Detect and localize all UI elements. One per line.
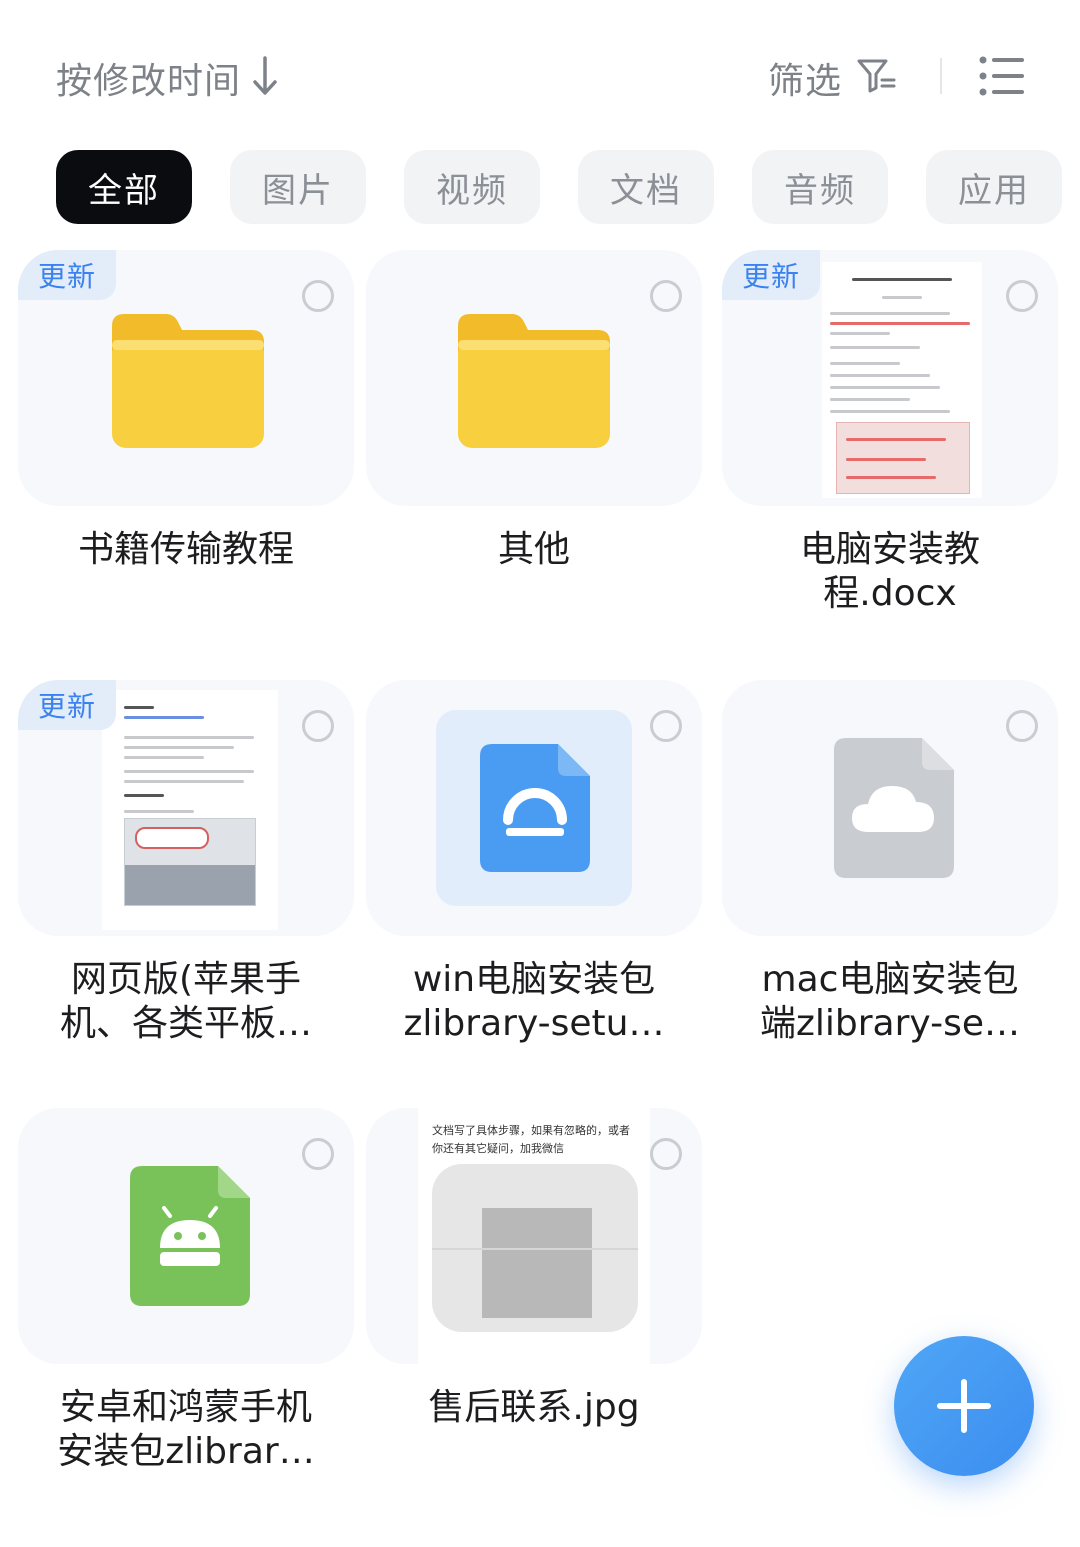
file-thumbnail[interactable]: 更新: [722, 250, 1058, 506]
select-checkbox[interactable]: [1006, 280, 1038, 312]
updated-badge: 更新: [18, 680, 116, 730]
folder-icon: [112, 314, 264, 448]
cloud-file-icon: [834, 738, 954, 878]
filter-button[interactable]: 筛选: [768, 52, 842, 104]
select-checkbox[interactable]: [650, 1138, 682, 1170]
file-thumbnail[interactable]: 文档写了具体步骤，如果有忽略的，或者 你还有其它疑问，加我微信: [366, 1108, 702, 1364]
file-name[interactable]: 电脑安装教 程.docx: [712, 528, 1068, 616]
installer-file-icon: [480, 744, 590, 872]
arrow-down-icon[interactable]: [250, 54, 280, 98]
select-checkbox[interactable]: [1006, 710, 1038, 742]
tab-documents[interactable]: 文档: [578, 150, 714, 224]
tab-apps[interactable]: 应用: [926, 150, 1062, 224]
file-name[interactable]: win电脑安装包 zlibrary-setu…: [356, 958, 712, 1046]
file-name[interactable]: 网页版(苹果手 机、各类平板…: [8, 958, 364, 1046]
file-thumbnail[interactable]: [18, 1108, 354, 1364]
file-thumbnail[interactable]: 更新: [18, 680, 354, 936]
file-thumbnail[interactable]: [366, 680, 702, 936]
file-name[interactable]: 书籍传输教程: [8, 528, 364, 572]
list-view-icon[interactable]: [978, 54, 1026, 98]
divider: [940, 58, 942, 94]
tab-images[interactable]: 图片: [230, 150, 366, 224]
image-preview: 文档写了具体步骤，如果有忽略的，或者 你还有其它疑问，加我微信: [418, 1108, 650, 1364]
select-checkbox[interactable]: [650, 280, 682, 312]
tab-audio[interactable]: 音频: [752, 150, 888, 224]
folder-icon: [458, 314, 610, 448]
file-name[interactable]: mac电脑安装包 端zlibrary-se…: [712, 958, 1068, 1046]
file-thumbnail[interactable]: 更新: [18, 250, 354, 506]
file-name[interactable]: 安卓和鸿蒙手机 安装包zlibrar…: [8, 1386, 364, 1474]
updated-badge: 更新: [722, 250, 820, 300]
file-name[interactable]: 其他: [356, 528, 712, 572]
top-bar: 按修改时间 筛选: [0, 0, 1080, 140]
file-thumbnail[interactable]: [722, 680, 1058, 936]
document-preview: [822, 262, 982, 498]
select-checkbox[interactable]: [302, 280, 334, 312]
select-checkbox[interactable]: [650, 710, 682, 742]
file-name[interactable]: 售后联系.jpg: [356, 1386, 712, 1430]
tab-videos[interactable]: 视频: [404, 150, 540, 224]
filter-icon[interactable]: [856, 56, 898, 96]
document-preview: [102, 690, 278, 930]
select-checkbox[interactable]: [302, 1138, 334, 1170]
plus-icon: [937, 1379, 991, 1433]
tab-all[interactable]: 全部: [56, 150, 192, 224]
select-checkbox[interactable]: [302, 710, 334, 742]
sort-by-modified-time[interactable]: 按修改时间: [56, 52, 241, 104]
updated-badge: 更新: [18, 250, 116, 300]
add-button[interactable]: [894, 1336, 1034, 1476]
android-apk-icon: [130, 1166, 250, 1306]
file-thumbnail[interactable]: [366, 250, 702, 506]
